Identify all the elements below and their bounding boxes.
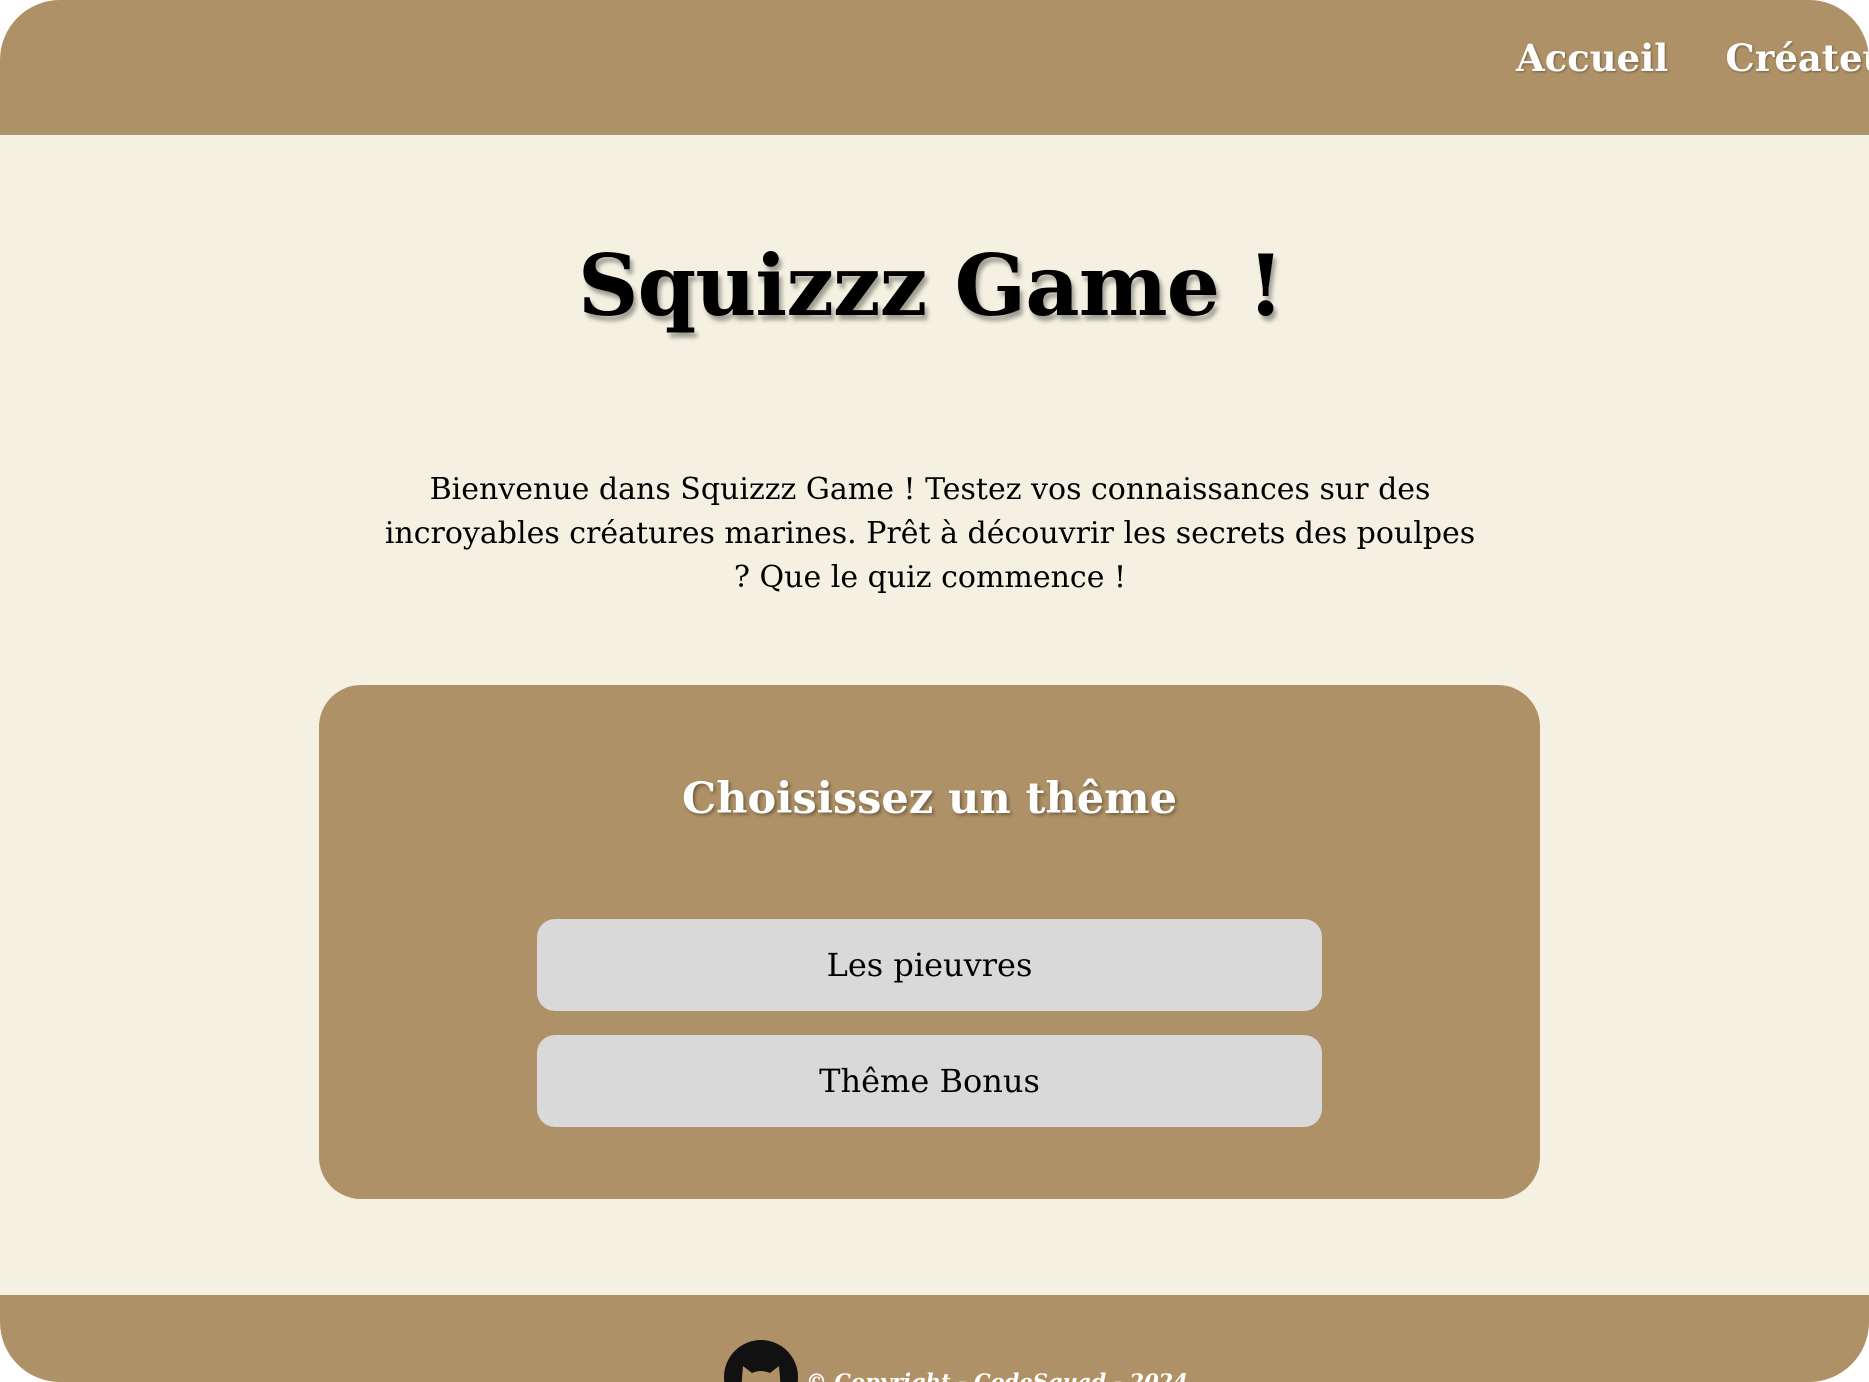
github-icon xyxy=(724,1340,798,1382)
nav-link-createurs[interactable]: Créateurs xyxy=(1725,36,1869,80)
intro-text: Bienvenue dans Squizzz Game ! Testez vos… xyxy=(384,472,1476,595)
page-footer: © Copyright - CodeSquad - 2024 xyxy=(0,1295,1869,1382)
theme-button-pieuvres[interactable]: Les pieuvres xyxy=(537,919,1322,1011)
nav-link-accueil[interactable]: Accueil xyxy=(1516,36,1668,80)
theme-button-bonus[interactable]: Thême Bonus xyxy=(537,1035,1322,1127)
theme-heading: Choisissez un thême xyxy=(681,774,1178,824)
page-title: Squizzz Game ! xyxy=(577,236,1284,335)
top-header: Accueil Créateurs xyxy=(0,0,1869,135)
github-link[interactable] xyxy=(724,1340,798,1382)
main-nav: Accueil Créateurs xyxy=(1516,36,1869,80)
page: Accueil Créateurs Squizzz Game ! Bienven… xyxy=(0,0,1869,1382)
theme-selection-card: Choisissez un thême Les pieuvres Thême B… xyxy=(319,685,1540,1199)
copyright-text: © Copyright - CodeSquad - 2024 xyxy=(806,1369,1188,1382)
